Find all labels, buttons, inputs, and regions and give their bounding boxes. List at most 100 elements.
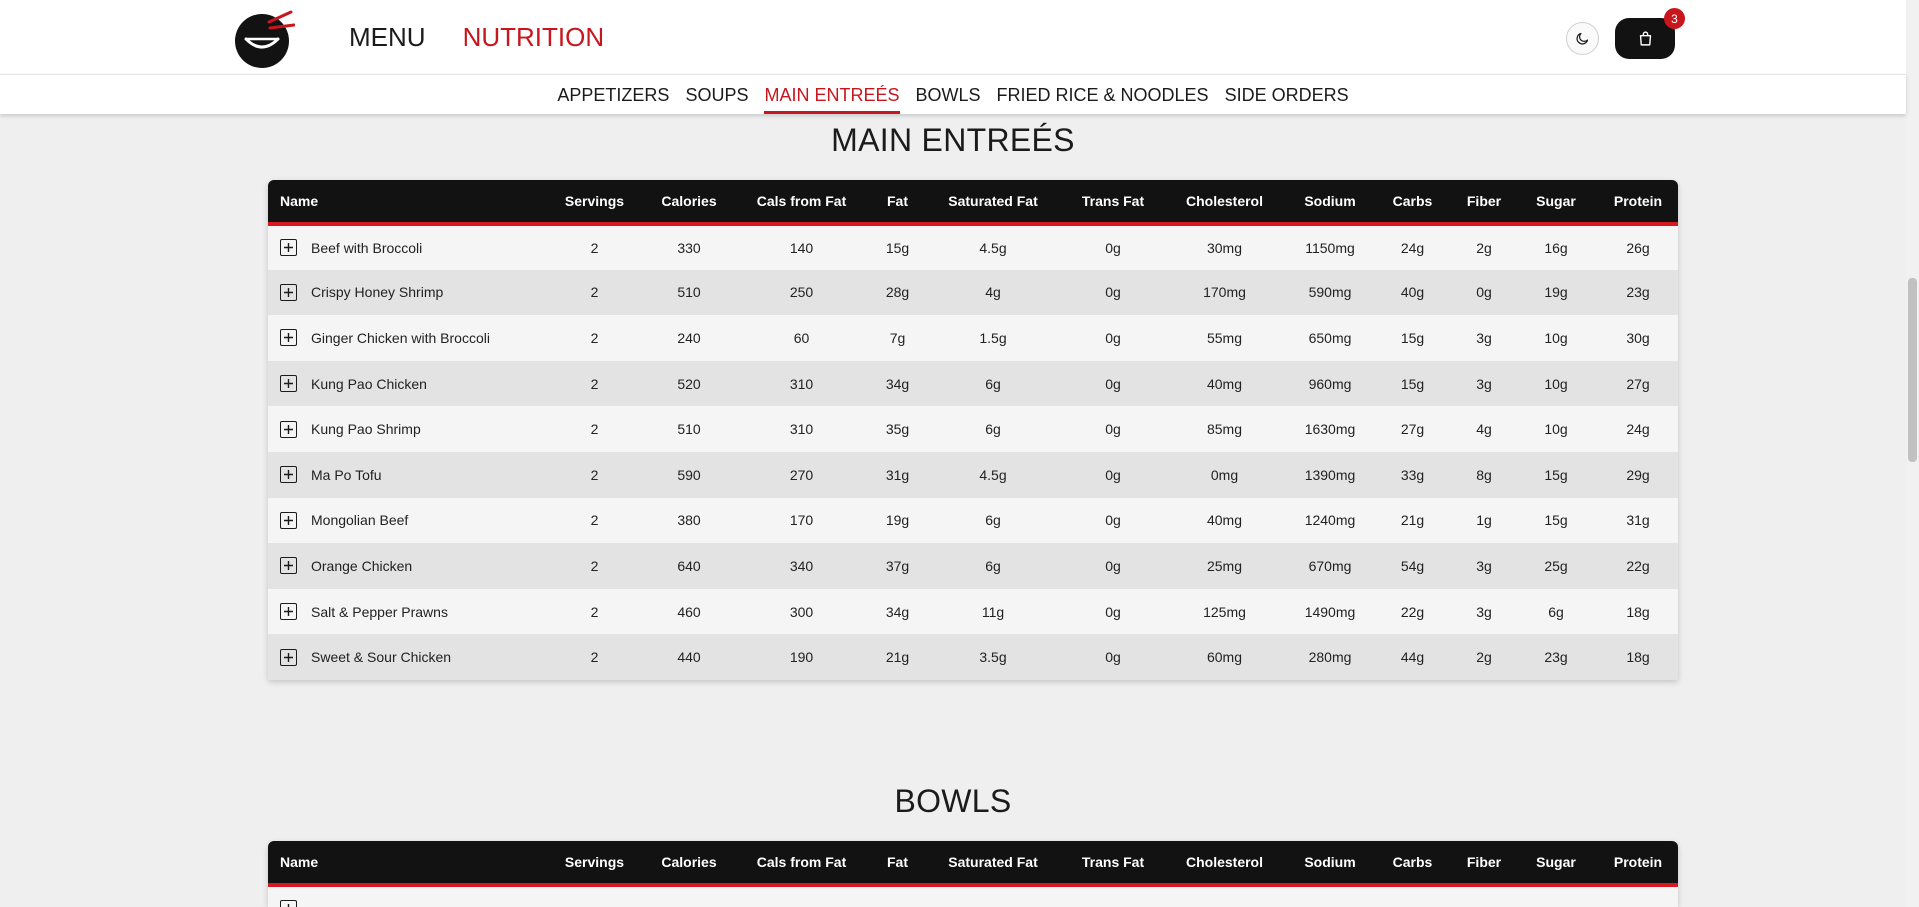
table-cell: 23g [1523,634,1589,680]
table-cell: 300 [737,588,866,635]
column-header[interactable]: Carbs [1380,180,1445,226]
expand-row-icon[interactable] [280,375,297,393]
section-title-bowls: BOWLS [894,783,1012,819]
column-header[interactable]: Cholesterol [1169,841,1280,887]
table-cell: 650mg [1280,315,1380,361]
column-header[interactable]: Trans Fat [1057,841,1169,887]
column-header[interactable]: Calories [641,841,737,887]
table-cell: 3g [1445,360,1523,407]
nav-menu[interactable]: MENU [349,0,426,74]
expand-row-icon[interactable] [280,900,297,907]
expand-row-icon[interactable] [280,329,297,347]
expand-row-icon[interactable] [280,648,297,666]
expand-row-icon[interactable] [280,239,297,257]
column-header[interactable]: Name [268,841,548,887]
table-cell: 2 [548,588,641,635]
table-cell: 21g [1380,497,1445,544]
table-cell-name: Mongolian Beef [268,497,548,544]
table-cell: 1390mg [1280,451,1380,498]
table-cell: 1630mg [1280,406,1380,452]
table-row[interactable]: Crispy Honey Shrimp 2 510 250 28g 4g 0g 170mg 59… [268,269,1678,316]
column-header[interactable]: Protein [1589,180,1678,226]
subnav-main-entrees[interactable]: MAIN ENTREÉS [764,75,900,114]
table-row[interactable]: Salt & Pepper Prawns 2 460 300 34g 11g 0g 125mg… [268,588,1678,635]
bowl-chopsticks-logo[interactable] [233,8,295,68]
table-cell: 25g [1523,543,1589,589]
column-header[interactable]: Sodium [1280,180,1380,226]
table-row[interactable]: Sweet & Sour Chicken 2 440 190 21g 3.5g 0g 60mg… [268,634,1678,680]
column-header[interactable]: Fat [866,841,929,887]
table-cell: 31g [866,451,929,498]
table-cell: 85mg [1169,406,1280,452]
column-header[interactable]: Saturated Fat [929,180,1057,226]
expand-row-icon[interactable] [280,420,297,438]
table-cell: 3g [1445,315,1523,361]
scrollbar-thumb[interactable] [1908,278,1917,462]
table-row[interactable]: Kung Pao Chicken 2 520 310 34g 6g 0g 40mg 960mg 1… [268,360,1678,407]
plus-icon [284,561,293,571]
page-scrollbar[interactable] [1906,0,1919,907]
column-header[interactable]: Servings [548,180,641,226]
table-row[interactable]: Ginger Chicken with Broccoli 2 240 60 7g 1.5g… [268,315,1678,361]
subnav-side-orders[interactable]: SIDE ORDERS [1225,75,1349,114]
column-header[interactable]: Sodium [1280,841,1380,887]
table-cell: 10g [1523,315,1589,361]
table-cell: 60mg [1169,634,1280,680]
column-header[interactable]: Cals from Fat [737,180,866,226]
column-header[interactable]: Calories [641,180,737,226]
column-header[interactable]: Cals from Fat [737,841,866,887]
subnav-appetizers[interactable]: APPETIZERS [557,75,669,114]
expand-row-icon[interactable] [280,511,297,529]
column-header[interactable]: Fat [866,180,929,226]
expand-row-icon[interactable] [280,557,297,575]
nutrition-table-bowls: Name Servings Calories Cals from Fat Fat… [268,841,1678,907]
table-row[interactable]: Ma Po Tofu 2 590 270 31g 4.5g 0g 0mg 1390mg 33g 8g… [268,451,1678,498]
table-cell: 1490mg [1280,588,1380,635]
table-cell: 2 [548,634,641,680]
table-cell: 8g [1445,451,1523,498]
table-cell: 31g [1589,497,1678,544]
table-cell: 22g [1380,588,1445,635]
column-header[interactable]: Name [268,180,548,226]
expand-row-icon[interactable] [280,466,297,484]
column-header[interactable]: Carbs [1380,841,1445,887]
theme-toggle-button[interactable] [1566,22,1599,55]
table-cell: 0g [1057,634,1169,680]
nav-nutrition[interactable]: NUTRITION [462,0,604,75]
table-cell: 1150mg [1280,224,1380,270]
column-header[interactable]: Trans Fat [1057,180,1169,226]
expand-row-icon[interactable] [280,603,297,621]
subnav-fried-rice-noodles[interactable]: FRIED RICE & NOODLES [997,75,1209,114]
table-cell: 24g [1380,224,1445,270]
table-cell: 2 [548,451,641,498]
table-row[interactable]: Beef with Broccoli 2 330 140 15g 4.5g 0g 30mg 11… [268,224,1678,270]
table-cell: 0g [1057,224,1169,270]
column-header[interactable]: Saturated Fat [929,841,1057,887]
column-header[interactable]: Cholesterol [1169,180,1280,226]
table-row[interactable]: Mongolian Beef 2 380 170 19g 6g 0g 40mg 1240mg 21… [268,497,1678,544]
table-cell: 440 [641,634,737,680]
table-cell: 520 [641,360,737,407]
plus-icon [284,424,293,434]
table-row[interactable]: Orange Chicken 2 640 340 37g 6g 0g 25mg 670mg 54g… [268,543,1678,589]
column-header[interactable]: Servings [548,841,641,887]
table-row[interactable]: Kung Pao Shrimp 2 510 310 35g 6g 0g 85mg 1630mg 2… [268,406,1678,452]
column-header[interactable]: Fiber [1445,841,1523,887]
table-cell-name: Ma Po Tofu [268,451,548,498]
plus-icon [287,904,290,907]
column-header[interactable]: Fiber [1445,180,1523,226]
subnav-bowls[interactable]: BOWLS [916,75,981,114]
column-header[interactable]: Sugar [1523,841,1589,887]
column-header[interactable]: Protein [1589,841,1678,887]
table-cell: 54g [1380,543,1445,589]
table-cell: 15g [866,224,929,270]
subnav-soups[interactable]: SOUPS [685,75,748,114]
main-nav: MENU NUTRITION [349,0,641,75]
table-cell: 170mg [1169,269,1280,316]
column-header[interactable]: Sugar [1523,180,1589,226]
table-cell: 55mg [1169,315,1280,361]
category-subnav: APPETIZERS SOUPS MAIN ENTREÉS BOWLS FRIE… [0,74,1906,114]
table-cell: 0g [1057,588,1169,635]
expand-row-icon[interactable] [280,283,297,301]
table-cell: 2 [548,269,641,316]
